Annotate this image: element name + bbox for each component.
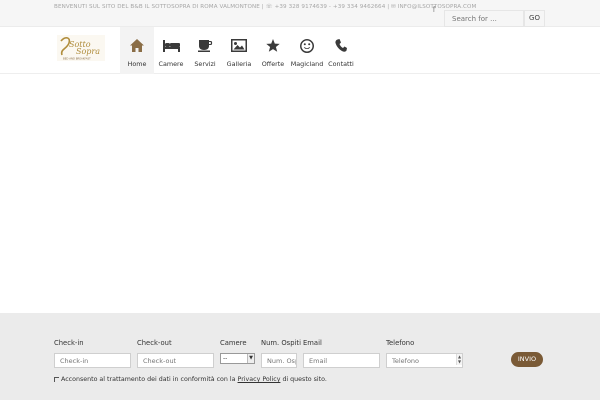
consent-checkbox[interactable]: [54, 376, 59, 382]
logo-line2: Sopra: [76, 47, 100, 56]
phone-label: Telefono: [386, 339, 415, 347]
logo-tagline: BED AND BREAKFAST: [63, 57, 91, 61]
main-header: Sotto Sopra BED AND BREAKFAST Home Camer…: [0, 27, 600, 74]
search-go-button[interactable]: GO: [524, 10, 545, 27]
privacy-prefix: Acconsento al trattamento dei dati in co…: [61, 376, 238, 383]
phone-icon: [324, 39, 358, 53]
submit-button[interactable]: INVIO: [511, 352, 543, 367]
nav-label: Contatti: [328, 60, 354, 68]
coffee-icon: [188, 39, 222, 53]
checkin-label: Check-in: [54, 339, 84, 347]
contact-info-text: BENVENUTI SUL SITO DEL B&B IL SOTTOSOPRA…: [54, 4, 477, 10]
privacy-consent: Acconsento al trattamento dei dati in co…: [54, 376, 327, 383]
guests-field[interactable]: [261, 353, 297, 368]
guests-label: Num. Ospiti: [261, 339, 301, 347]
email-label: Email: [303, 339, 322, 347]
nav-item-contatti[interactable]: Contatti: [324, 27, 358, 74]
bed-icon: [154, 39, 188, 53]
checkout-field[interactable]: [137, 353, 214, 368]
top-bar: BENVENUTI SUL SITO DEL B&B IL SOTTOSOPRA…: [0, 0, 600, 27]
phone-field-wrap: ▲▼: [386, 353, 463, 368]
checkin-field[interactable]: [54, 353, 131, 368]
facebook-icon[interactable]: f: [429, 1, 439, 19]
email-field[interactable]: [303, 353, 380, 368]
home-icon: [120, 39, 154, 53]
smile-icon: [290, 39, 324, 53]
main-nav: Home Camere Servizi Galleria Offerte Mag…: [120, 27, 358, 74]
privacy-policy-link[interactable]: Privacy Policy: [238, 376, 281, 383]
rooms-select[interactable]: -- ▼: [220, 353, 255, 364]
phone-field[interactable]: [386, 353, 463, 368]
logo-graphic: Sotto Sopra BED AND BREAKFAST: [57, 35, 105, 61]
privacy-suffix: di questo sito.: [280, 376, 327, 383]
booking-bar: Check-in Check-out Camere -- ▼ Num. Ospi…: [0, 313, 600, 400]
site-logo[interactable]: Sotto Sopra BED AND BREAKFAST: [57, 35, 105, 61]
star-icon: [256, 39, 290, 53]
phone-spinner[interactable]: ▲ ▼: [456, 354, 462, 365]
rooms-select-value: --: [223, 355, 228, 362]
search-input[interactable]: [444, 10, 524, 27]
checkout-label: Check-out: [137, 339, 172, 347]
chevron-down-icon: ▼: [247, 354, 254, 363]
rooms-label: Camere: [220, 339, 247, 347]
image-icon: [222, 39, 256, 53]
